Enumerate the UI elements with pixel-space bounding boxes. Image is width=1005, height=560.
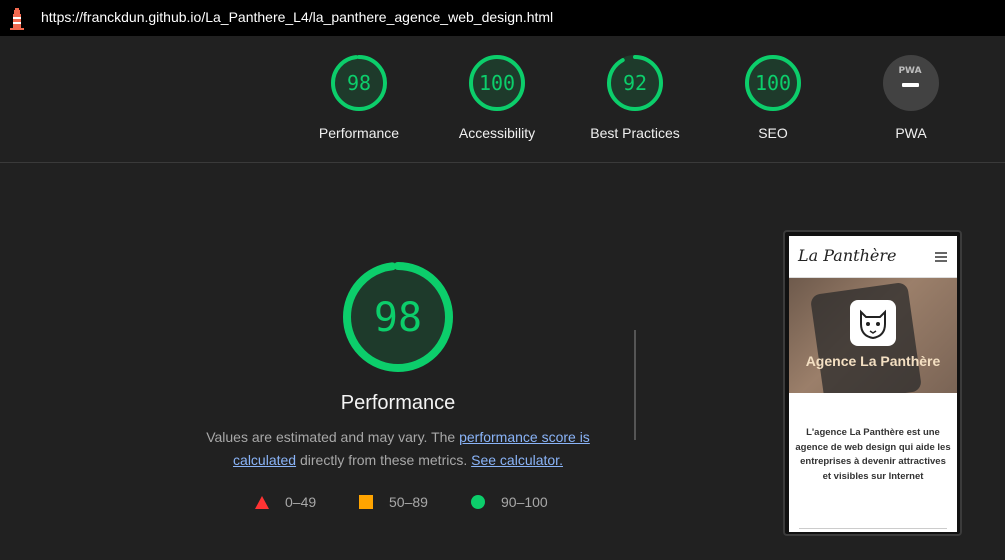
gauge-accessibility-label: Accessibility [458, 125, 536, 141]
preview-hero-title: Agence La Panthère [805, 353, 941, 369]
report-url[interactable]: https://franckdun.github.io/La_Panthere_… [41, 9, 553, 25]
preview-intro-text: L'agence La Panthère est une agence de w… [795, 427, 951, 482]
legend-average: 50–89 [359, 494, 428, 510]
lighthouse-icon [10, 8, 24, 30]
preview-hero: Agence La Panthère [789, 278, 957, 393]
gauge-accessibility-score: 100 [479, 71, 515, 95]
gauge-best-practices-ring: 92 [607, 55, 663, 111]
pwa-badge-text: PWA [898, 66, 921, 76]
page-preview: La Panthère Agence La Panthère L'agence … [789, 236, 957, 532]
gauge-seo-score: 100 [755, 71, 791, 95]
legend-pass: 90–100 [471, 494, 548, 510]
square-icon [359, 495, 373, 509]
gauge-accessibility-ring: 100 [469, 55, 525, 111]
gauge-pwa[interactable]: PWA PWA [851, 54, 971, 141]
gauge-best-practices-score: 92 [623, 71, 647, 95]
gauge-performance-score: 98 [347, 71, 371, 95]
performance-big-score: 98 [374, 295, 422, 341]
report-topbar: https://franckdun.github.io/La_Panthere_… [0, 0, 1005, 36]
gauge-best-practices[interactable]: 92 Best Practices [575, 54, 695, 141]
gauge-pwa-label: PWA [895, 125, 927, 141]
legend-pass-range: 90–100 [501, 494, 548, 510]
description-text-start: Values are estimated and may vary. The [206, 429, 460, 445]
gauge-seo[interactable]: 100 SEO [713, 54, 833, 141]
hamburger-menu-icon [935, 252, 947, 262]
performance-big-gauge: 98 [343, 262, 453, 372]
gauge-accessibility[interactable]: 100 Accessibility [437, 54, 557, 141]
legend-fail-range: 0–49 [285, 494, 317, 510]
performance-section: 98 Performance Values are estimated and … [0, 164, 1005, 560]
gauge-performance-label: Performance [318, 125, 400, 141]
performance-title: Performance [340, 392, 456, 414]
performance-description: Values are estimated and may vary. The p… [200, 426, 596, 472]
preview-site-title: La Panthère [798, 246, 897, 265]
see-calculator-link[interactable]: See calculator. [471, 452, 563, 468]
triangle-icon [255, 495, 269, 509]
gauge-performance[interactable]: 98 Performance [299, 54, 419, 141]
gauge-seo-label: SEO [758, 125, 788, 141]
preview-header: La Panthère [789, 236, 957, 278]
gauge-performance-ring: 98 [331, 55, 387, 111]
category-gauges: 98 Performance 100 Accessibility 92 Best… [0, 36, 1005, 163]
panther-logo-icon [850, 300, 896, 346]
legend-average-range: 50–89 [389, 494, 428, 510]
gauge-seo-ring: 100 [745, 55, 801, 111]
legend-fail: 0–49 [255, 494, 316, 510]
final-screenshot-thumbnail[interactable]: La Panthère Agence La Panthère L'agence … [783, 230, 962, 536]
circle-icon [471, 495, 485, 509]
section-divider [634, 330, 636, 440]
pwa-badge-icon: PWA [883, 55, 939, 111]
gauge-best-practices-label: Best Practices [590, 125, 680, 141]
preview-divider [799, 528, 947, 529]
description-text-middle: directly from these metrics. [296, 452, 472, 468]
